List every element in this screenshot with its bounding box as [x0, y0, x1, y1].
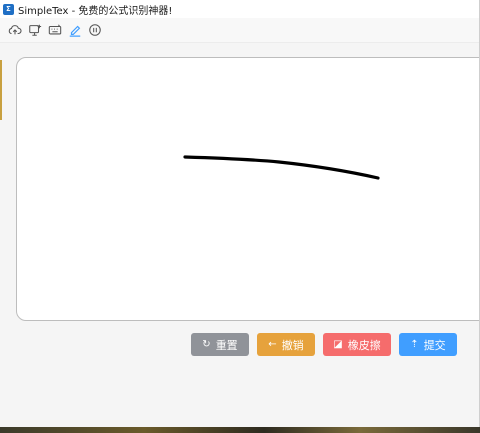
submit-label: 提交: [423, 338, 446, 352]
submit-button[interactable]: ⇡ 提交: [399, 333, 457, 356]
app-icon: Σ: [3, 3, 14, 15]
desktop-background-strip: [0, 427, 480, 433]
reset-button[interactable]: ↻ 重置: [191, 333, 249, 356]
reset-label: 重置: [215, 338, 238, 352]
keyboard-icon[interactable]: [47, 23, 62, 38]
title-bar: Σ SimpleTex - 免费的公式识别神器!: [0, 0, 479, 18]
drawing-canvas[interactable]: [16, 57, 479, 321]
arrow-left-icon: ←: [268, 338, 277, 350]
desktop-background-edge: [0, 60, 2, 120]
handwrite-icon[interactable]: [67, 23, 82, 38]
refresh-icon: ↻: [202, 338, 211, 350]
eraser-button[interactable]: ◪ 橡皮擦: [323, 333, 391, 356]
screen-capture-icon[interactable]: [27, 23, 42, 38]
eraser-label: 橡皮擦: [347, 338, 381, 352]
action-bar: ↻ 重置 ← 撤销 ◪ 橡皮擦 ⇡ 提交: [191, 333, 457, 356]
upload-icon: ⇡: [410, 338, 419, 350]
pause-icon[interactable]: [87, 23, 102, 38]
eraser-icon: ◪: [333, 338, 343, 350]
window-title: SimpleTex - 免费的公式识别神器!: [18, 5, 173, 17]
handwritten-stroke: [183, 155, 380, 180]
upload-cloud-icon[interactable]: [7, 23, 22, 38]
app-window: Σ SimpleTex - 免费的公式识别神器! ↻ 重置 ← 撤销 ◪ 橡皮擦…: [0, 0, 480, 427]
undo-button[interactable]: ← 撤销: [257, 333, 315, 356]
toolbar: [0, 18, 479, 43]
undo-label: 撤销: [281, 338, 304, 352]
